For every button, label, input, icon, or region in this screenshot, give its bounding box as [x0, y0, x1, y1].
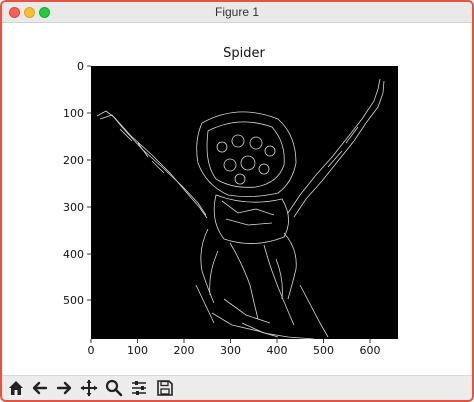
- figure-canvas[interactable]: Spider 0 100 200 300 400 500 600 0 100 2…: [2, 23, 472, 377]
- back-button[interactable]: [30, 378, 50, 398]
- window-title: Figure 1: [214, 5, 260, 19]
- x-tick-label: 400: [267, 344, 288, 357]
- y-tick-label: 200: [63, 154, 84, 167]
- y-tick-label: 500: [63, 294, 84, 307]
- zoom-icon: [105, 379, 123, 397]
- subplots-icon: [132, 381, 146, 395]
- y-tick-label: 0: [77, 60, 84, 73]
- pan-button[interactable]: [79, 378, 99, 398]
- pan-icon: [80, 379, 98, 397]
- x-tick-label: 0: [88, 344, 95, 357]
- plot-svg[interactable]: Spider 0 100 200 300 400 500 600 0 100 2…: [2, 23, 472, 377]
- forward-button[interactable]: [54, 378, 74, 398]
- x-axis: 0 100 200 300 400 500 600: [88, 339, 381, 357]
- y-tick-label: 100: [63, 107, 84, 120]
- x-tick-label: 500: [313, 344, 334, 357]
- y-axis: 0 100 200 300 400 500: [63, 60, 91, 307]
- forward-arrow-icon: [56, 381, 72, 395]
- home-button[interactable]: [6, 378, 26, 398]
- zoom-button[interactable]: [104, 378, 124, 398]
- title-bar[interactable]: Figure 1: [2, 2, 472, 23]
- configure-subplots-button[interactable]: [129, 378, 149, 398]
- save-button[interactable]: [155, 378, 175, 398]
- back-arrow-icon: [32, 381, 48, 395]
- figure-window: Figure 1 Spider 0 100 200 300 400 500 60…: [0, 0, 474, 402]
- y-tick-label: 300: [63, 201, 84, 214]
- x-tick-label: 300: [220, 344, 241, 357]
- home-icon: [9, 381, 23, 395]
- navigation-toolbar: [2, 375, 472, 400]
- save-icon: [157, 380, 173, 396]
- y-tick-label: 400: [63, 248, 84, 261]
- x-tick-label: 100: [127, 344, 148, 357]
- x-tick-label: 600: [360, 344, 381, 357]
- axes-title: Spider: [223, 46, 265, 61]
- x-tick-label: 200: [174, 344, 195, 357]
- image-area[interactable]: [91, 66, 398, 339]
